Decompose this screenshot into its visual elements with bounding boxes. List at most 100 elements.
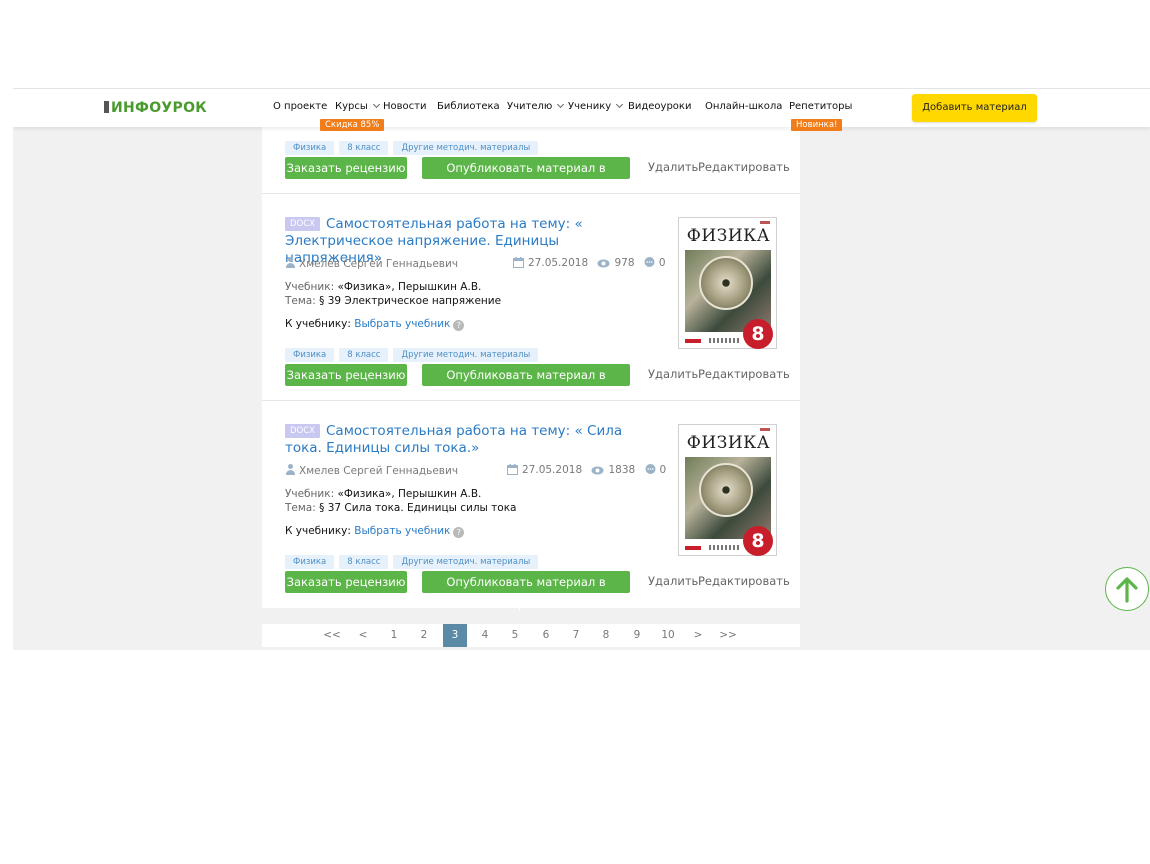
choose-textbook-link[interactable]: Выбрать учебник: [354, 525, 450, 537]
logo-text: ИНФОУРОК: [111, 100, 208, 116]
eye-icon: [597, 259, 610, 268]
page-last[interactable]: >>: [716, 624, 740, 647]
publisher-logo: [709, 338, 739, 343]
calendar-icon: [513, 257, 524, 268]
cover-title: ФИЗИКА: [686, 226, 771, 246]
publish-button[interactable]: Опубликовать материал в сборнике: [422, 157, 630, 197]
textbook-line: Учебник: «Физика», Перышкин А.В.: [285, 488, 481, 500]
tag-category[interactable]: Другие методич. материалы: [393, 555, 539, 569]
nav-video-lessons[interactable]: Видеоуроки: [628, 101, 691, 112]
delete-link[interactable]: Удалить: [648, 160, 698, 174]
add-material-button[interactable]: Добавить материал: [912, 94, 1037, 122]
material-title-text[interactable]: Самостоятельная работа на тему: « Сила т…: [285, 423, 622, 456]
chevron-down-icon: [616, 100, 624, 109]
question-icon[interactable]: ?: [453, 320, 465, 331]
docx-badge: DOCX: [285, 424, 320, 438]
to-textbook-label: К учебнику:: [285, 525, 351, 537]
tag-grade[interactable]: 8 класс: [339, 348, 389, 362]
cover-wheel: [699, 256, 753, 310]
tag-grade[interactable]: 8 класс: [339, 555, 389, 569]
nav-news[interactable]: Новости: [383, 101, 426, 112]
page-prev[interactable]: <: [351, 624, 375, 647]
tag-subject[interactable]: Физика: [285, 555, 335, 569]
chevron-down-icon: [557, 100, 565, 109]
author[interactable]: Хмелев Сергей Геннадьевич: [285, 464, 458, 477]
tag-category[interactable]: Другие методич. материалы: [393, 348, 539, 362]
tag-list: Физика 8 класс Другие методич. материалы: [285, 135, 543, 155]
page-first[interactable]: <<: [320, 624, 344, 647]
tag-list: Физика 8 класс Другие методич. материалы: [285, 549, 543, 569]
page-link[interactable]: 6: [534, 624, 558, 647]
page-next[interactable]: >: [686, 624, 710, 647]
choose-textbook-link[interactable]: Выбрать учебник: [354, 318, 450, 330]
edit-link[interactable]: Редактировать: [698, 367, 790, 381]
nav-library[interactable]: Библиотека: [437, 101, 500, 112]
nav-courses[interactable]: Курсы: [335, 100, 380, 112]
material-stats: 27.05.2018 1838 0: [507, 464, 666, 476]
order-review-button[interactable]: Заказать рецензию: [285, 157, 407, 179]
eye-icon: [591, 466, 604, 475]
discount-badge: Скидка 85%: [320, 119, 385, 131]
textbook-label: Учебник:: [285, 488, 335, 500]
page-link[interactable]: 5: [503, 624, 527, 647]
page-link[interactable]: 2: [412, 624, 436, 647]
page-link[interactable]: 4: [473, 624, 497, 647]
tag-grade[interactable]: 8 класс: [339, 141, 389, 155]
author[interactable]: Хмелев Сергей Геннадьевич: [285, 257, 458, 270]
divider: [262, 193, 800, 194]
nav-student[interactable]: Ученику: [568, 100, 624, 112]
page-link[interactable]: 8: [594, 624, 618, 647]
tag-subject[interactable]: Физика: [285, 348, 335, 362]
page-current[interactable]: 3: [443, 624, 467, 647]
to-textbook-line: К учебнику: Выбрать учебник?: [285, 318, 465, 331]
textbook-cover[interactable]: ФИЗИКА 8: [678, 424, 777, 556]
question-icon[interactable]: ?: [453, 527, 465, 538]
arrow-up-icon: [1116, 577, 1138, 603]
scroll-up-button[interactable]: [1105, 567, 1149, 611]
material-title[interactable]: DOCX Самостоятельная работа на тему: « Си…: [285, 423, 645, 457]
order-review-button[interactable]: Заказать рецензию: [285, 364, 407, 386]
edit-link[interactable]: Редактировать: [698, 574, 790, 588]
textbook-label: Учебник:: [285, 281, 335, 293]
textbook-cover[interactable]: ФИЗИКА 8: [678, 217, 777, 349]
publish-button[interactable]: Опубликовать материал в сборнике: [422, 571, 630, 611]
to-textbook-label: К учебнику:: [285, 318, 351, 330]
new-badge: Новинка!: [791, 119, 843, 131]
topic-label: Тема:: [285, 295, 316, 307]
delete-link[interactable]: Удалить: [648, 367, 698, 381]
topic-label: Тема:: [285, 502, 316, 514]
nav-tutors[interactable]: Репетиторы: [789, 101, 852, 112]
material-date: 27.05.2018: [522, 464, 583, 476]
nav-teacher[interactable]: Учителю: [507, 100, 565, 112]
cover-grade: 8: [743, 319, 773, 349]
publisher-mark: [685, 339, 701, 343]
order-review-button[interactable]: Заказать рецензию: [285, 571, 407, 593]
nav-student-label: Ученику: [568, 101, 612, 112]
topic-value: § 37 Сила тока. Единицы силы тока: [319, 502, 517, 514]
cover-stripe: [760, 428, 770, 431]
logo[interactable]: ИНФОУРОК: [104, 100, 207, 116]
author-name[interactable]: Хмелев Сергей Геннадьевич: [299, 258, 458, 270]
textbook-value: «Физика», Перышкин А.В.: [337, 281, 482, 293]
publish-button[interactable]: Опубликовать материал в сборнике: [422, 364, 630, 404]
page-link[interactable]: 10: [656, 624, 680, 647]
pagination: << < 1 2 3 4 5 6 7 8 9 10 > >>: [262, 624, 800, 647]
comment-icon: [644, 257, 655, 267]
edit-link[interactable]: Редактировать: [698, 160, 790, 174]
cover-stripe: [760, 221, 770, 224]
page-link[interactable]: 7: [564, 624, 588, 647]
nav-about[interactable]: О проекте: [273, 101, 327, 112]
cover-grade: 8: [743, 526, 773, 556]
delete-link[interactable]: Удалить: [648, 574, 698, 588]
page-link[interactable]: 9: [625, 624, 649, 647]
tag-category[interactable]: Другие методич. материалы: [393, 141, 539, 155]
tag-subject[interactable]: Физика: [285, 141, 335, 155]
materials-list: Физика 8 класс Другие методич. материалы З…: [262, 127, 800, 611]
nav-teacher-label: Учителю: [507, 101, 553, 112]
author-name[interactable]: Хмелев Сергей Геннадьевич: [299, 465, 458, 477]
tag-list: Физика 8 класс Другие методич. материалы: [285, 342, 543, 362]
person-icon: [285, 257, 296, 268]
nav-online-school[interactable]: Онлайн-школа: [705, 101, 782, 112]
divider: [262, 400, 800, 401]
page-link[interactable]: 1: [382, 624, 406, 647]
